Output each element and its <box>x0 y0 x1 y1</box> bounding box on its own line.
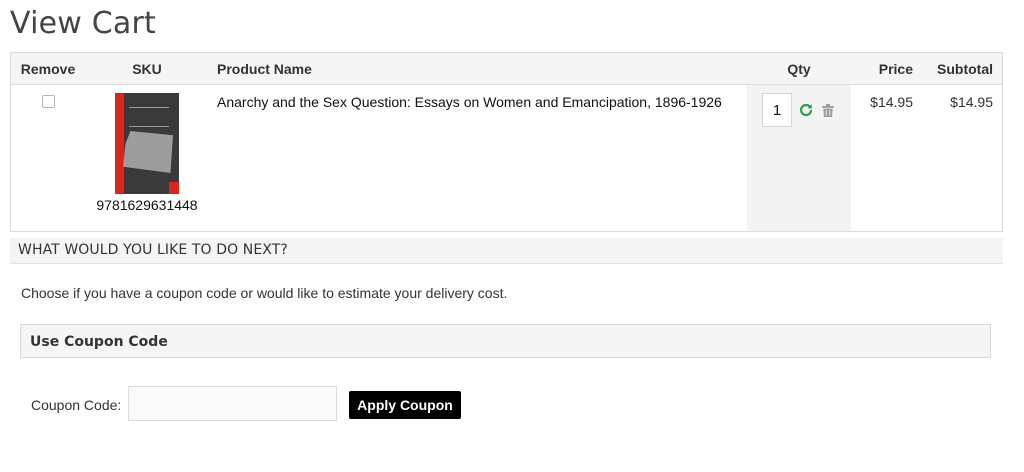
table-header-row: Remove SKU Product Name Qty Price Subtot… <box>10 52 1003 85</box>
sku-cell: 9781629631448 <box>85 85 209 232</box>
sku-value: 9781629631448 <box>96 197 198 213</box>
page-title: View Cart <box>10 6 156 41</box>
coupon-panel-title: Use Coupon Code <box>30 334 168 350</box>
subtotal-value: $14.95 <box>950 94 993 110</box>
coupon-code-label: Coupon Code: <box>31 397 122 413</box>
next-steps-header: WHAT WOULD YOU LIKE TO DO NEXT? <box>10 238 1003 264</box>
price-value: $14.95 <box>870 94 913 110</box>
coupon-panel-header[interactable]: Use Coupon Code <box>20 324 991 358</box>
header-subtotal: Subtotal <box>917 52 1003 85</box>
next-steps-heading: WHAT WOULD YOU LIKE TO DO NEXT? <box>18 242 288 258</box>
header-qty: Qty <box>747 52 851 85</box>
product-thumbnail[interactable] <box>115 93 179 194</box>
remove-cell <box>11 85 86 232</box>
trash-icon[interactable] <box>820 102 836 118</box>
cart-table: Remove SKU Product Name Qty Price Subtot… <box>10 52 1003 232</box>
qty-cell <box>747 84 851 232</box>
table-row: 9781629631448 Anarchy and the Sex Questi… <box>11 84 1003 232</box>
header-remove: Remove <box>10 52 85 85</box>
apply-coupon-button[interactable]: Apply Coupon <box>349 391 461 419</box>
product-name: Anarchy and the Sex Question: Essays on … <box>217 94 722 110</box>
quantity-input[interactable] <box>762 93 792 127</box>
header-product-name: Product Name <box>209 52 747 85</box>
coupon-code-input[interactable] <box>128 386 337 421</box>
header-sku: SKU <box>85 52 209 85</box>
header-price: Price <box>851 52 917 85</box>
refresh-icon[interactable] <box>798 102 814 118</box>
next-steps-description: Choose if you have a coupon code or woul… <box>21 285 508 301</box>
remove-checkbox[interactable] <box>41 95 55 108</box>
